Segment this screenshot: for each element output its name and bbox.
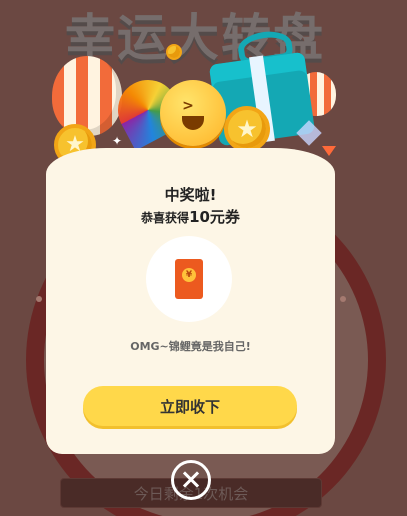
laughing-emoji-icon: >< [160, 80, 226, 146]
prize-prefix: 恭喜获得 [141, 211, 190, 225]
modal-title: 中奖啦! [164, 186, 217, 204]
claim-prize-button[interactable]: 立即收下 [83, 386, 297, 426]
prize-modal: 中奖啦! 恭喜获得10元券 ¥ OMG~锦鲤竟是我自己! 立即收下 [46, 148, 335, 454]
prize-message: OMG~锦鲤竟是我自己! [130, 340, 251, 353]
coin-icon: ★ [224, 106, 270, 152]
yuan-coin-icon: ¥ [182, 268, 196, 282]
coin-icon [166, 44, 182, 60]
balloon-icon [52, 56, 122, 136]
prize-description: 恭喜获得10元券 [46, 206, 335, 227]
prize-image: ¥ [146, 236, 232, 322]
close-icon[interactable] [171, 460, 211, 500]
prize-amount: 10元券 [189, 208, 240, 226]
wheel-light [36, 296, 42, 302]
wheel-light [340, 296, 346, 302]
confetti-icon [322, 146, 336, 156]
red-envelope-icon: ¥ [175, 259, 203, 299]
sparkle-icon: ✦ [112, 134, 123, 148]
